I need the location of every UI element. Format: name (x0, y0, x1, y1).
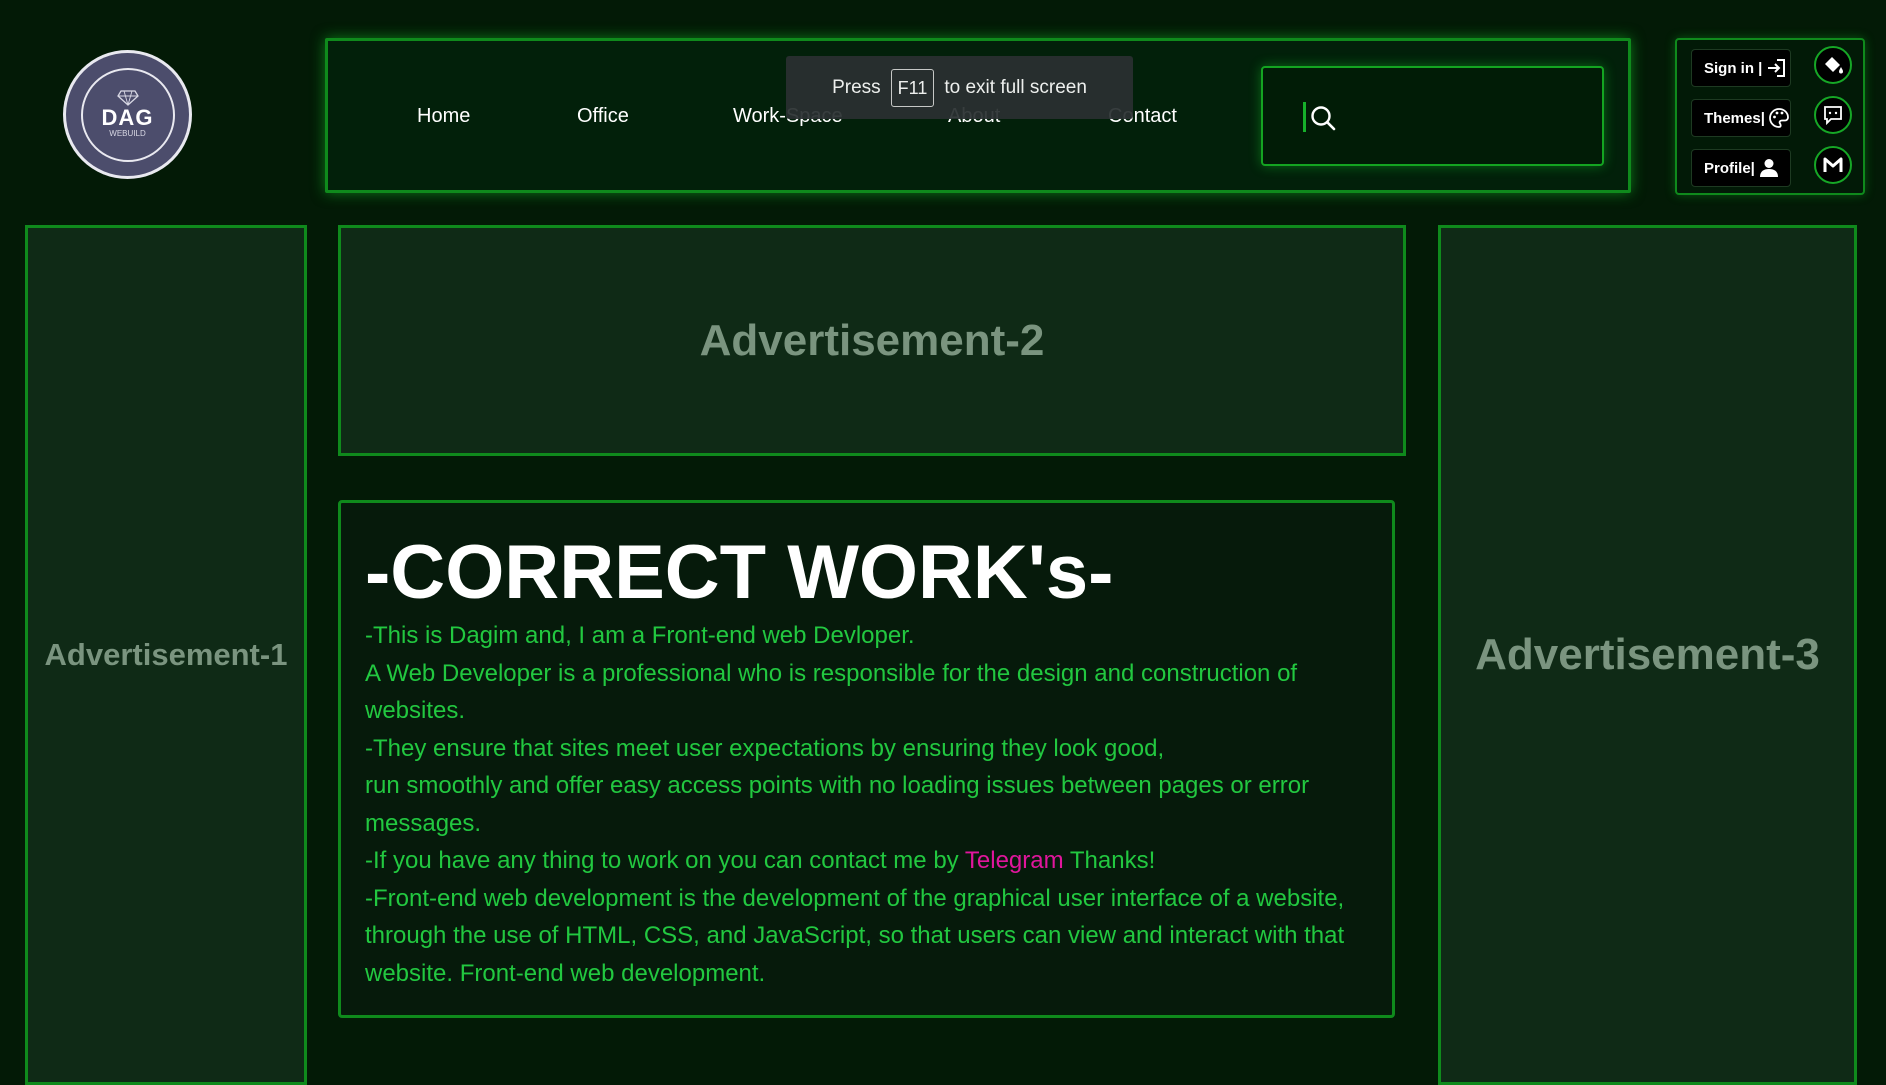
logo-ring: DAG WEBUILD (80, 67, 175, 162)
telegram-link[interactable]: Telegram (965, 847, 1064, 874)
intro-paragraph: -This is Dagim and, I am a Front-end web… (365, 622, 915, 649)
contact-text-after: Thanks! (1063, 847, 1156, 874)
sign-in-button[interactable]: Sign in | (1691, 49, 1791, 87)
profile-label: Profile| (1704, 159, 1755, 177)
chat-button[interactable] (1814, 96, 1852, 134)
nav-link-office[interactable]: Office (577, 105, 629, 128)
contact-text-before: -If you have any thing to work on you ca… (365, 847, 965, 874)
account-panel: Sign in | Themes| Profile| (1675, 38, 1865, 195)
sign-in-label: Sign in | (1704, 59, 1763, 77)
contact-paragraph: -If you have any thing to work on you ca… (365, 842, 1368, 880)
diamond-icon (116, 90, 139, 106)
frontend-paragraph: -Front-end web development is the develo… (365, 884, 1345, 987)
gmail-icon (1823, 157, 1843, 172)
logo-badge: DAG WEBUILD (66, 53, 189, 176)
gmail-button[interactable] (1814, 146, 1852, 184)
logo-subtitle: WEBUILD (109, 129, 146, 138)
toast-press-text: Press (832, 76, 881, 98)
expectations-paragraph: -They ensure that sites meet user expect… (365, 734, 1165, 762)
nav-link-home[interactable]: Home (417, 105, 470, 128)
search-input[interactable] (1345, 88, 1585, 148)
sign-in-icon (1768, 59, 1786, 77)
palette-icon (1768, 108, 1789, 128)
advertisement-1[interactable]: Advertisement-1 (25, 225, 307, 1085)
advertisement-3-label: Advertisement-3 (1475, 630, 1820, 679)
paint-bucket-button[interactable] (1814, 46, 1852, 84)
search-icon[interactable] (1309, 104, 1337, 132)
main-content: -CORRECT WORK's- -This is Dagim and, I a… (338, 500, 1395, 1018)
search-box[interactable] (1261, 66, 1604, 166)
themes-button[interactable]: Themes| (1691, 99, 1791, 137)
page-title: -CORRECT WORK's- (365, 530, 1114, 615)
themes-label: Themes| (1704, 109, 1765, 127)
profile-button[interactable]: Profile| (1691, 149, 1791, 187)
search-caret (1303, 102, 1306, 132)
developer-paragraph: A Web Developer is a professional who is… (365, 659, 1298, 725)
toast-key-f11: F11 (890, 68, 935, 107)
logo-title: DAG (101, 105, 154, 130)
toast-rest-text: to exit full screen (944, 76, 1087, 98)
advertisement-3[interactable]: Advertisement-3 (1438, 225, 1857, 1085)
advertisement-1-label: Advertisement-1 (44, 637, 288, 672)
chat-icon (1824, 106, 1842, 126)
user-icon (1759, 159, 1778, 177)
paint-bucket-icon (1825, 57, 1843, 74)
site-logo[interactable]: DAG WEBUILD (63, 50, 192, 179)
fullscreen-toast: Press F11 to exit full screen (786, 56, 1133, 119)
advertisement-2[interactable]: Advertisement-2 (338, 225, 1406, 456)
smoothness-paragraph: run smoothly and offer easy access point… (365, 772, 1310, 837)
advertisement-2-label: Advertisement-2 (699, 315, 1045, 365)
